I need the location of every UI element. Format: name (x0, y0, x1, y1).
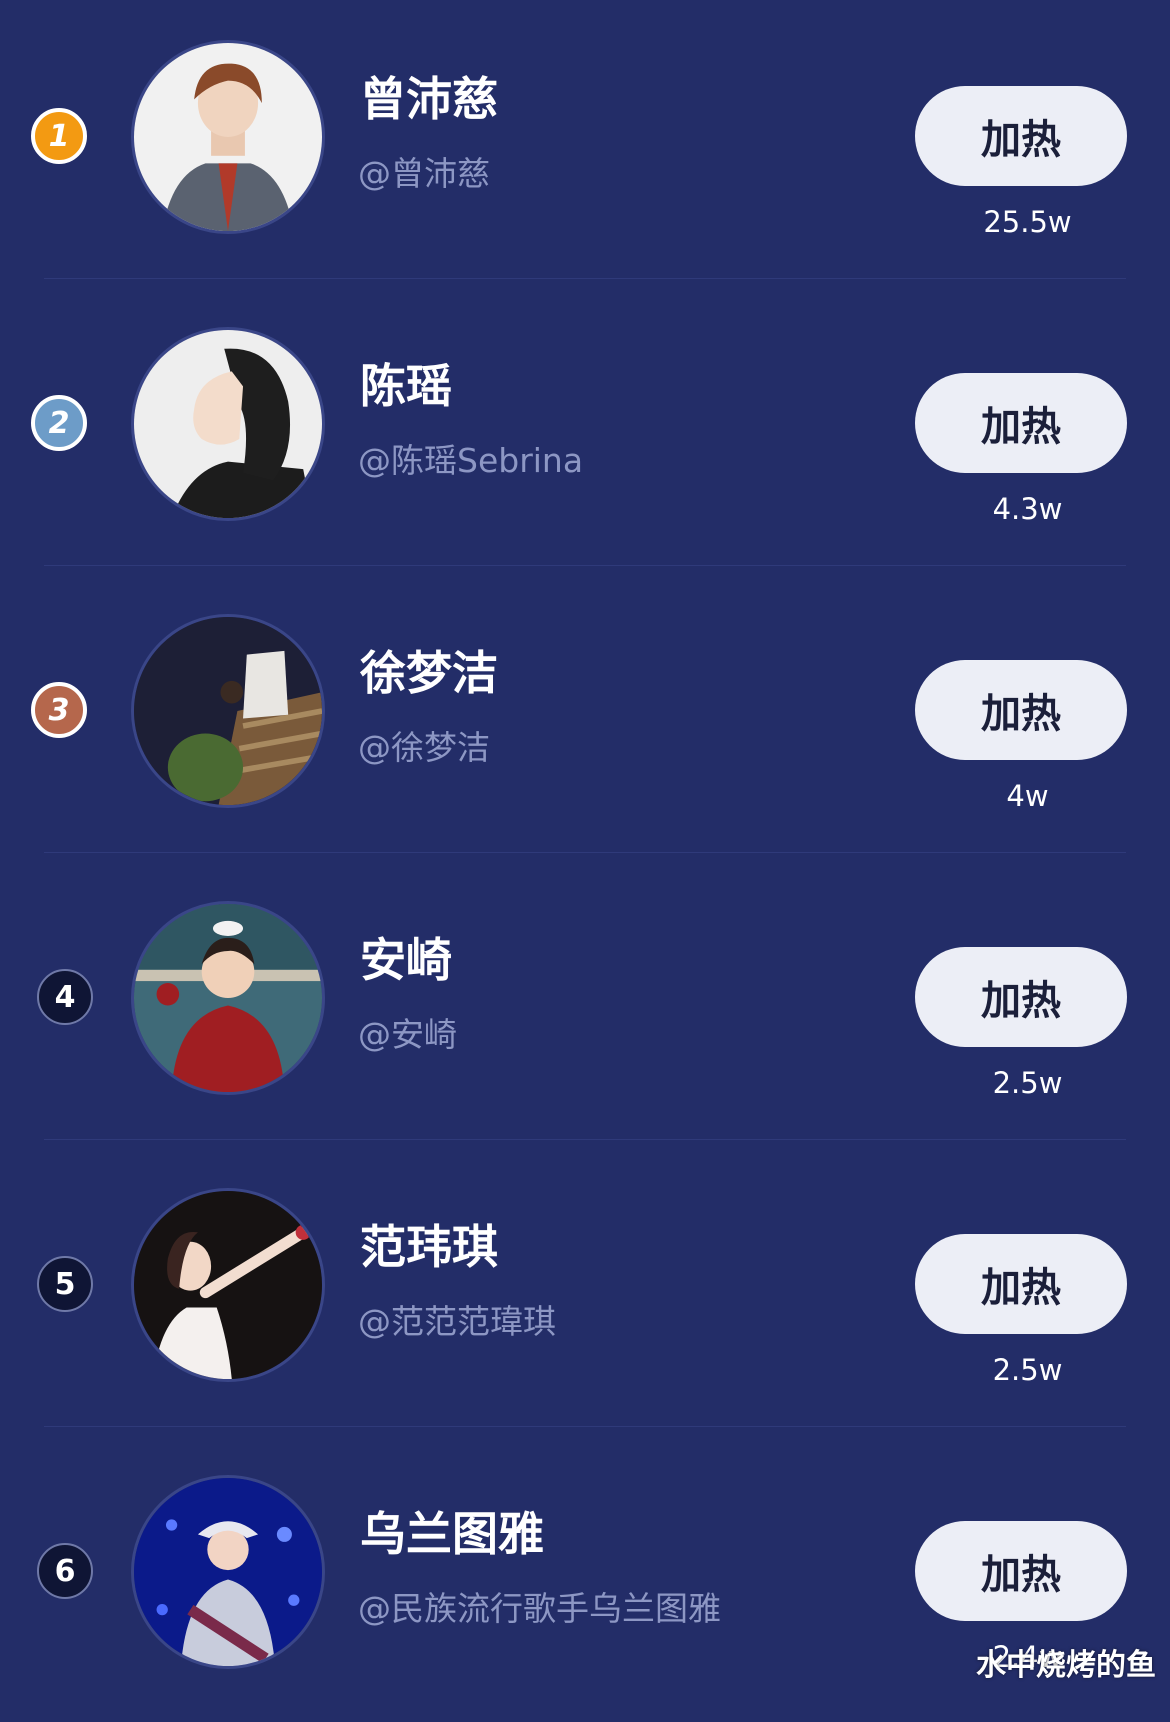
avatar[interactable] (131, 614, 325, 808)
avatar-image (134, 1478, 322, 1666)
avatar[interactable] (131, 327, 325, 521)
avatar-image (134, 43, 322, 231)
heat-count: 4w (1006, 779, 1049, 813)
rank-badge: 5 (37, 1256, 93, 1312)
boost-button[interactable]: 加热 (915, 86, 1127, 186)
avatar[interactable] (131, 1188, 325, 1382)
avatar[interactable] (131, 901, 325, 1095)
boost-button[interactable]: 加热 (915, 947, 1127, 1047)
avatar-image (134, 330, 322, 518)
star-name: 安崎 (360, 933, 452, 987)
rank-badge: 6 (37, 1543, 93, 1599)
row-divider (44, 565, 1126, 566)
ranking-row[interactable]: 3 徐梦洁 @徐梦洁 加热 4w (0, 574, 1170, 861)
star-handle[interactable]: @民族流行歌手乌兰图雅 (358, 1592, 721, 1625)
avatar-image (134, 617, 322, 805)
ranking-list: 1 曾沛慈 @曾沛慈 加热 25.5w 2 陈瑶 @陈瑶Sebrina 加热 4… (0, 0, 1170, 1700)
ranking-row[interactable]: 2 陈瑶 @陈瑶Sebrina 加热 4.3w (0, 287, 1170, 574)
rank-badge-silver: 2 (31, 395, 87, 451)
avatar-image (134, 1191, 322, 1379)
star-name: 乌兰图雅 (360, 1507, 544, 1561)
rank-badge: 4 (37, 969, 93, 1025)
star-name: 范玮琪 (360, 1220, 498, 1274)
heat-count: 2.5w (992, 1066, 1063, 1100)
boost-button[interactable]: 加热 (915, 1521, 1127, 1621)
heat-count: 4.3w (992, 492, 1063, 526)
boost-button[interactable]: 加热 (915, 660, 1127, 760)
row-divider (44, 852, 1126, 853)
avatar-image (134, 904, 322, 1092)
avatar[interactable] (131, 40, 325, 234)
star-handle[interactable]: @安崎 (358, 1018, 457, 1051)
rank-badge-bronze: 3 (31, 682, 87, 738)
star-handle[interactable]: @曾沛慈 (358, 157, 490, 190)
row-divider (44, 278, 1126, 279)
heat-count: 2.5w (992, 1353, 1063, 1387)
rank-badge-gold: 1 (31, 108, 87, 164)
watermark: 水中烧烤的鱼 (976, 1648, 1156, 1683)
star-name: 徐梦洁 (360, 646, 498, 700)
ranking-row[interactable]: 4 安崎 @安崎 加热 2.5w (0, 861, 1170, 1148)
boost-button[interactable]: 加热 (915, 373, 1127, 473)
star-handle[interactable]: @范范范瑋琪 (358, 1305, 556, 1338)
star-handle[interactable]: @陈瑶Sebrina (358, 444, 583, 477)
heat-count: 25.5w (983, 205, 1072, 239)
ranking-row[interactable]: 1 曾沛慈 @曾沛慈 加热 25.5w (0, 0, 1170, 287)
star-name: 曾沛慈 (360, 72, 498, 126)
row-divider (44, 1426, 1126, 1427)
row-divider (44, 1139, 1126, 1140)
star-handle[interactable]: @徐梦洁 (358, 731, 490, 764)
star-name: 陈瑶 (360, 359, 452, 413)
boost-button[interactable]: 加热 (915, 1234, 1127, 1334)
ranking-row[interactable]: 5 范玮琪 @范范范瑋琪 加热 2.5w (0, 1148, 1170, 1435)
avatar[interactable] (131, 1475, 325, 1669)
